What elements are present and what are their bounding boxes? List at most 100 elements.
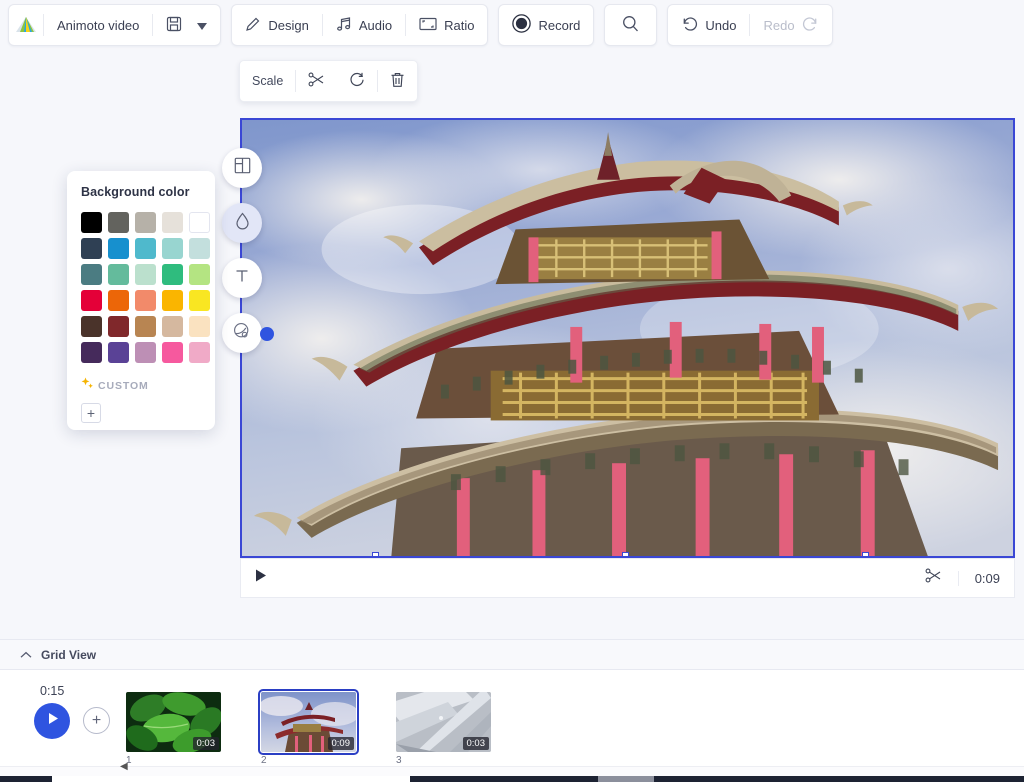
color-swatch-29[interactable] (189, 342, 210, 363)
color-swatch-8[interactable] (162, 238, 183, 259)
scissors-icon (925, 568, 942, 587)
grid-view-bar[interactable]: Grid View (0, 639, 1024, 670)
text-tool-button[interactable] (222, 258, 262, 298)
color-swatch-26[interactable] (108, 342, 129, 363)
background-color-tool-button[interactable] (222, 203, 262, 243)
redo-button[interactable]: Redo (750, 5, 831, 45)
audio-button[interactable]: Audio (323, 5, 405, 45)
element-action-toolbar: Scale (239, 60, 419, 102)
grid-view-label: Grid View (41, 647, 97, 662)
search-button[interactable] (605, 5, 656, 45)
clip-index-label: 1 (126, 755, 132, 766)
color-swatch-9[interactable] (189, 238, 210, 259)
video-canvas[interactable] (240, 118, 1015, 558)
color-swatch-10[interactable] (81, 264, 102, 285)
record-circle-icon (512, 14, 532, 36)
clip-thumbnail-white-beams[interactable]: 0:03 (396, 692, 491, 752)
color-swatch-1[interactable] (108, 212, 129, 233)
plus-icon: + (86, 405, 96, 421)
player-trim-button[interactable] (925, 568, 942, 588)
scale-label: Scale (252, 74, 284, 88)
color-swatch-28[interactable] (162, 342, 183, 363)
play-triangle-icon (255, 569, 267, 586)
clip-thumbnail-chinese-pagoda[interactable]: 0:09 (258, 689, 359, 755)
color-swatch-grid (81, 212, 210, 363)
record-button[interactable]: Record (499, 5, 593, 45)
pencil-icon (245, 16, 261, 35)
aspect-ratio-icon (419, 17, 437, 34)
undo-button[interactable]: Undo (668, 5, 749, 45)
save-button[interactable] (153, 5, 195, 45)
clip-index-label: 2 (261, 755, 267, 766)
color-swatch-14[interactable] (189, 264, 210, 285)
delete-button[interactable] (378, 61, 417, 101)
taskbar-segment-right (410, 776, 1024, 782)
layout-tool-button[interactable] (222, 148, 262, 188)
top-toolbar: Animoto video Design Audio Ratio Record … (0, 0, 1024, 50)
color-swatch-0[interactable] (81, 212, 102, 233)
caret-left-icon[interactable]: ◀ (120, 761, 128, 772)
scale-button[interactable]: Scale (240, 61, 295, 101)
caret-down-icon (197, 18, 208, 33)
taskbar-segment-left (0, 776, 52, 782)
preview-player-bar: 0:09 (240, 558, 1015, 598)
redo-label: Redo (763, 17, 795, 33)
add-clip-button[interactable]: + (83, 707, 110, 734)
canvas-tool-rail (222, 148, 274, 368)
chevron-up-icon (20, 646, 32, 664)
color-swatch-15[interactable] (81, 290, 102, 311)
record-label: Record (538, 17, 581, 33)
color-swatch-25[interactable] (81, 342, 102, 363)
text-t-icon (234, 268, 250, 289)
custom-label: CUSTOM (98, 380, 149, 392)
timeline-horizontal-scrollbar[interactable]: ◀ (0, 761, 1024, 776)
color-swatch-17[interactable] (135, 290, 156, 311)
trim-button[interactable] (296, 61, 337, 101)
filter-tool-button[interactable] (222, 313, 274, 353)
clip-duration-label: 0:09 (957, 570, 1000, 586)
color-swatch-13[interactable] (162, 264, 183, 285)
project-name-button[interactable]: Animoto video (44, 5, 152, 45)
color-swatch-22[interactable] (135, 316, 156, 337)
color-swatch-4[interactable] (189, 212, 210, 233)
color-swatch-3[interactable] (162, 212, 183, 233)
save-dropdown-button[interactable] (195, 5, 220, 45)
color-swatch-11[interactable] (108, 264, 129, 285)
clip-duration-badge: 0:09 (327, 737, 354, 750)
clip-duration-badge: 0:03 (192, 737, 219, 750)
floppy-disk-icon (166, 16, 182, 35)
color-swatch-6[interactable] (108, 238, 129, 259)
rotate-cw-icon (349, 72, 365, 91)
timeline-clip[interactable]: 0:09 2 (258, 689, 359, 766)
play-button[interactable] (255, 569, 267, 587)
color-swatch-16[interactable] (108, 290, 129, 311)
color-swatch-2[interactable] (135, 212, 156, 233)
design-button[interactable]: Design (232, 5, 321, 45)
color-swatch-12[interactable] (135, 264, 156, 285)
color-swatch-20[interactable] (81, 316, 102, 337)
timeline-clip[interactable]: 0:03 3 (396, 692, 491, 766)
color-swatch-24[interactable] (189, 316, 210, 337)
undo-arrow-icon (681, 16, 698, 35)
color-swatch-5[interactable] (81, 238, 102, 259)
color-swatch-23[interactable] (162, 316, 183, 337)
search-group (604, 4, 658, 46)
player-right-controls: 0:09 (925, 568, 1000, 588)
color-swatch-18[interactable] (162, 290, 183, 311)
add-custom-color-button[interactable]: + (81, 403, 101, 423)
clip-thumbnail-green-basil-leaves[interactable]: 0:03 (126, 692, 221, 752)
project-toolbar-group: Animoto video (8, 4, 222, 46)
color-swatch-7[interactable] (135, 238, 156, 259)
color-swatch-21[interactable] (108, 316, 129, 337)
timeline-total-duration: 0:15 (40, 684, 65, 698)
animoto-logo-icon[interactable] (9, 5, 43, 45)
timeline-play-button[interactable] (34, 703, 70, 739)
ratio-button[interactable]: Ratio (406, 5, 487, 45)
color-swatch-27[interactable] (135, 342, 156, 363)
filter-active-indicator (260, 327, 274, 341)
rotate-button[interactable] (337, 61, 377, 101)
color-swatch-19[interactable] (189, 290, 210, 311)
edit-tools-group: Design Audio Ratio (231, 4, 489, 46)
timeline-clip[interactable]: 0:03 1 (126, 692, 221, 766)
canvas-image-pagoda[interactable] (242, 120, 1013, 558)
